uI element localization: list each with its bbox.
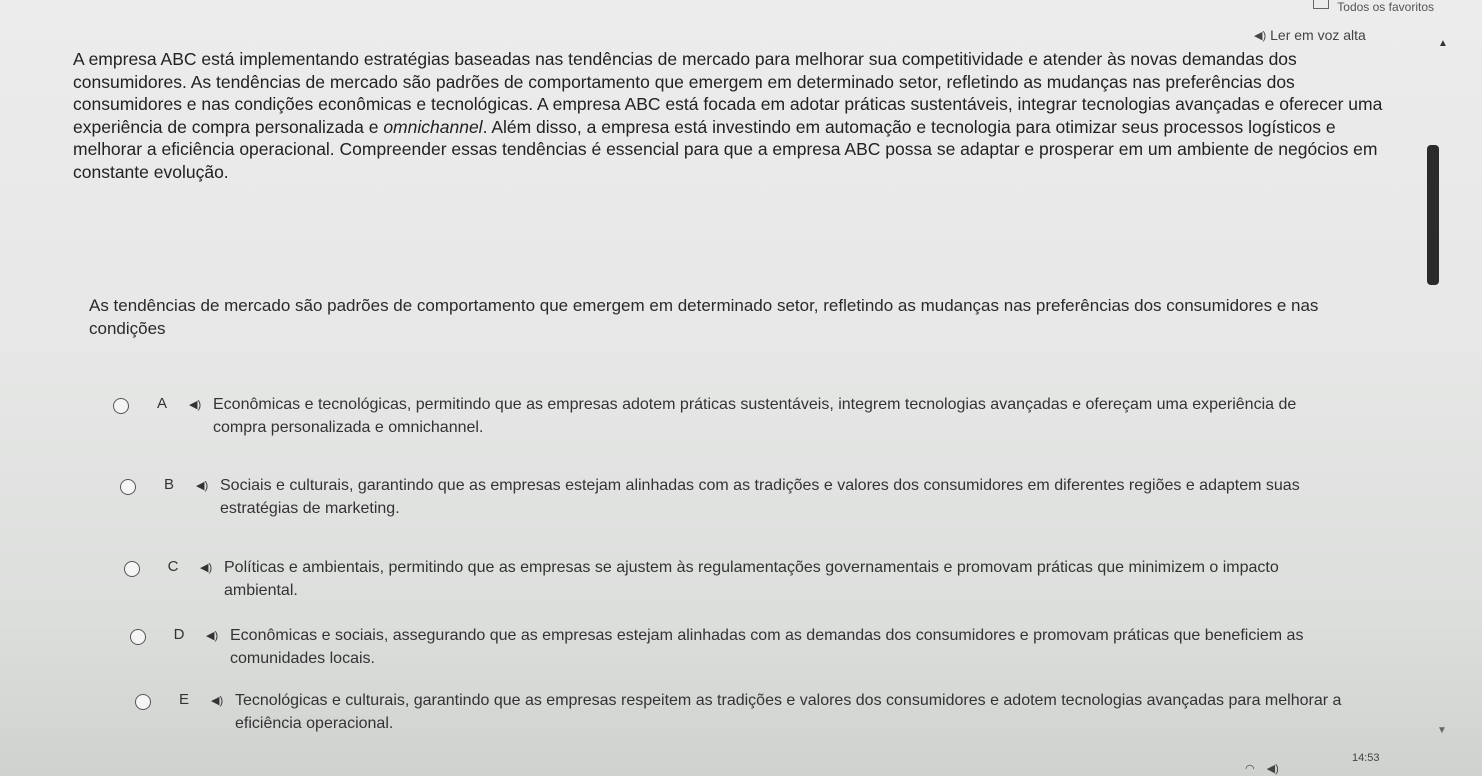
- option-letter: D: [173, 626, 185, 643]
- speaker-icon[interactable]: ◀): [189, 398, 213, 411]
- option-c[interactable]: C ◀) Políticas e ambientais, permitindo …: [124, 556, 1334, 602]
- option-b[interactable]: B ◀) Sociais e culturais, garantindo que…: [120, 474, 1330, 520]
- speaker-icon[interactable]: ◀): [206, 629, 230, 642]
- option-letter: C: [167, 558, 179, 575]
- speaker-icon[interactable]: ◀): [211, 694, 235, 707]
- read-aloud-label: Ler em voz alta: [1270, 27, 1366, 43]
- radio-button[interactable]: [124, 561, 140, 577]
- option-letter: A: [156, 395, 167, 412]
- option-a[interactable]: A ◀) Econômicas e tecnológicas, permitin…: [113, 393, 1323, 439]
- question-statement: As tendências de mercado são padrões de …: [89, 296, 1319, 338]
- option-text: Sociais e culturais, garantindo que as e…: [220, 477, 1300, 517]
- speaker-icon[interactable]: ◀): [196, 479, 220, 492]
- taskbar-clock[interactable]: 14:53: [1352, 752, 1380, 764]
- radio-button[interactable]: [130, 629, 146, 645]
- folder-icon: [1313, 0, 1330, 9]
- option-letter: E: [178, 691, 189, 708]
- read-aloud-button[interactable]: ◀︎) Ler em voz alta: [1254, 27, 1366, 43]
- wifi-icon[interactable]: ◠: [1245, 762, 1255, 775]
- option-d[interactable]: D ◀) Econômicas e sociais, assegurando q…: [130, 624, 1340, 670]
- all-favorites-link[interactable]: Todos os favoritos: [1337, 0, 1434, 14]
- option-letter: B: [163, 476, 174, 493]
- radio-button[interactable]: [135, 694, 151, 710]
- speaker-icon[interactable]: ◀): [200, 561, 224, 574]
- chevron-down-icon[interactable]: ▼: [1437, 725, 1447, 736]
- option-text: Econômicas e tecnológicas, permitindo qu…: [213, 396, 1297, 436]
- favorites-bar: Todos os favoritos: [1313, 0, 1434, 14]
- chevron-up-icon[interactable]: ▲: [1438, 38, 1448, 49]
- option-text: Tecnológicas e culturais, garantindo que…: [235, 692, 1342, 732]
- volume-icon[interactable]: ◀): [1267, 762, 1279, 775]
- speaker-icon: ◀︎): [1254, 29, 1267, 42]
- question-passage: A empresa ABC está implementando estraté…: [73, 48, 1403, 183]
- option-e[interactable]: E ◀) Tecnológicas e culturais, garantind…: [135, 689, 1345, 735]
- radio-button[interactable]: [120, 479, 136, 495]
- option-text: Econômicas e sociais, assegurando que as…: [230, 627, 1304, 667]
- system-tray: ◠ ◀): [1245, 762, 1279, 775]
- scrollbar-thumb[interactable]: [1427, 145, 1439, 285]
- option-text: Políticas e ambientais, permitindo que a…: [224, 559, 1279, 599]
- radio-button[interactable]: [113, 398, 129, 414]
- passage-italic-term: omnichannel: [383, 116, 483, 137]
